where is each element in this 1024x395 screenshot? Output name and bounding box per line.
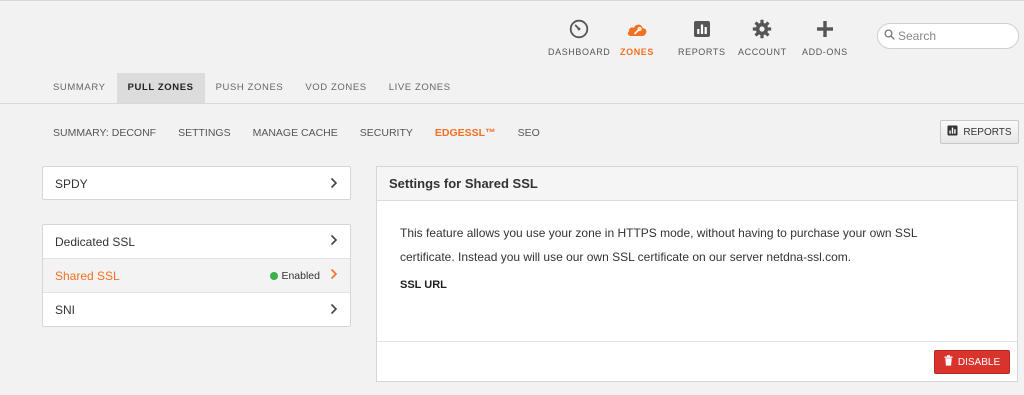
bar-chart-icon [947,125,963,139]
list-item-label: SNI [55,303,76,317]
ssl-options-panel: Dedicated SSL Shared SSL Enabled SNI [42,224,351,327]
nav-reports[interactable]: REPORTS [678,18,726,57]
subnav-summary[interactable]: SUMMARY: DECONF [53,127,156,139]
subnav-edgessl[interactable]: EDGESSL™ [435,127,496,139]
nav-account-label: ACCOUNT [738,47,787,57]
zone-tabs: SUMMARY PULL ZONES PUSH ZONES VOD ZONES … [42,73,462,103]
status-dot-icon [270,271,279,280]
card-description: This feature allows you use your zone in… [400,226,918,264]
zone-sub-navigation: SUMMARY: DECONF SETTINGS MANAGE CACHE SE… [53,127,562,139]
disable-button[interactable]: DISABLE [934,350,1010,374]
chevron-right-icon [330,234,338,249]
list-item-label: Dedicated SSL [55,234,136,249]
list-item-label: Shared SSL [55,268,120,283]
status-badge: Enabled [270,270,320,282]
chevron-right-icon [330,177,338,192]
plus-icon [814,18,836,40]
nav-account[interactable]: ACCOUNT [738,18,787,57]
reports-button-label: REPORTS [963,126,1012,138]
chevron-right-icon [330,303,338,318]
subnav-seo[interactable]: SEO [518,127,540,139]
trash-icon [944,355,958,369]
search-input[interactable] [898,29,1008,43]
nav-addons-label: ADD-ONS [802,47,848,57]
gauge-icon [568,18,590,40]
tab-pull-zones[interactable]: PULL ZONES [116,73,205,103]
disable-button-label: DISABLE [957,356,1001,368]
subnav-manage-cache[interactable]: MANAGE CACHE [253,127,338,139]
status-label: Enabled [281,269,320,282]
list-item-sni[interactable]: SNI [43,293,350,327]
search-box[interactable] [877,23,1019,49]
spdy-panel: SPDY [42,166,351,200]
list-item-spdy[interactable]: SPDY [43,167,350,201]
subnav-security[interactable]: SECURITY [360,127,413,139]
nav-zones[interactable]: ZONES [620,18,654,57]
card-title: Settings for Shared SSL [377,167,1017,201]
bar-chart-icon [691,18,713,40]
tabs-divider [0,103,1024,104]
shared-ssl-settings-card: Settings for Shared SSL This feature all… [376,166,1018,382]
cloud-wrench-icon [626,18,648,40]
list-item-shared-ssl[interactable]: Shared SSL Enabled [43,259,350,293]
subnav-settings[interactable]: SETTINGS [178,127,231,139]
nav-dashboard-label: DASHBOARD [548,47,611,57]
nav-dashboard[interactable]: DASHBOARD [548,18,610,57]
tab-live-zones[interactable]: LIVE ZONES [378,73,462,103]
gear-icon [751,18,773,40]
search-icon [884,27,895,45]
nav-addons[interactable]: ADD-ONS [802,18,848,57]
card-footer: DISABLE [377,341,1017,381]
list-item-label: SPDY [55,177,88,191]
top-border [0,0,1024,1]
list-item-dedicated-ssl[interactable]: Dedicated SSL [43,225,350,259]
tab-push-zones[interactable]: PUSH ZONES [205,73,295,103]
chevron-right-icon [330,268,338,283]
nav-zones-label: ZONES [620,47,655,57]
tab-summary[interactable]: SUMMARY [42,73,117,103]
ssl-url-label: SSL URL [400,279,447,291]
nav-reports-label: REPORTS [678,47,726,57]
tab-vod-zones[interactable]: VOD ZONES [294,73,377,103]
reports-button[interactable]: REPORTS [940,120,1019,144]
